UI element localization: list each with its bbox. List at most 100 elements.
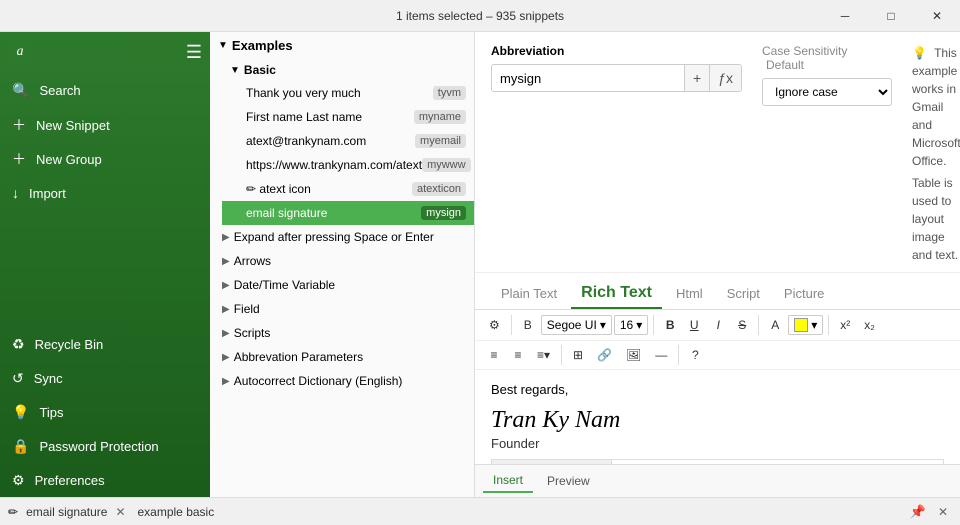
close-button[interactable]: ✕ [914,0,960,32]
toolbar-font-btn[interactable]: B [517,314,539,336]
toolbar-help-btn[interactable]: ? [684,344,706,366]
case-sensitivity-select[interactable]: Ignore case Match case [762,78,892,106]
gear-icon: ⚙ [12,472,25,489]
editor-tabs: Plain Text Rich Text Html Script Picture [475,273,960,310]
abbrev-fx-button[interactable]: ƒx [709,65,741,91]
group-abbrev-params[interactable]: ▶ Abbrevation Parameters [210,345,474,369]
sidebar-item-preferences[interactable]: ⚙ Preferences [0,463,210,497]
tips-icon: 💡 [12,404,29,421]
sidebar-item-import[interactable]: ↓ Import [0,176,210,210]
sidebar-item-search[interactable]: 🔍 Search [0,72,210,108]
toolbar-sep-2 [653,315,654,335]
hamburger-menu-icon[interactable]: ☰ [186,42,202,63]
titlebar: 1 items selected – 935 snippets ─ □ ✕ [0,0,960,32]
sidebar-new-group-label: New Group [36,152,102,167]
tab-picture[interactable]: Picture [774,281,834,308]
sidebar-item-tips[interactable]: 💡 Tips [0,395,210,429]
sidebar-item-new-group[interactable]: ＋ New Group [0,142,210,176]
status-pin-icon[interactable]: 📌 [910,504,926,520]
bottom-tab-preview[interactable]: Preview [537,470,600,492]
toolbar-ul-btn[interactable]: ≡ [483,344,505,366]
tab-html[interactable]: Html [666,281,713,308]
toolbar-ol-btn[interactable]: ≡ [507,344,529,366]
snippet-item-3[interactable]: https://www.trankynam.com/atext mywww [222,153,474,177]
snippet-item-1[interactable]: First name Last name myname [222,105,474,129]
group-datetime[interactable]: ▶ Date/Time Variable [210,273,474,297]
sidebar-item-password-protection[interactable]: 🔒 Password Protection [0,429,210,463]
group-arrows[interactable]: ▶ Arrows [210,249,474,273]
collapsed-arrow-icon-5: ▶ [222,352,230,363]
snippet-list: ▼ Examples ▼ Basic Thank you very much t… [210,32,475,497]
abbrev-input-row: + ƒx [491,64,742,92]
abbrev-plus-button[interactable]: + [684,65,709,91]
bottom-tab-insert[interactable]: Insert [483,469,533,493]
group-expand-space[interactable]: ▶ Expand after pressing Space or Enter [210,225,474,249]
toolbar-sep-1 [511,315,512,335]
snippet-label-5: email signature [246,206,327,220]
tab-plain-text[interactable]: Plain Text [491,281,567,308]
toolbar-image-btn[interactable]: 🖼 [620,344,647,366]
snippet-item-0[interactable]: Thank you very much tyvm [222,81,474,105]
tab-rich-text[interactable]: Rich Text [571,279,662,309]
collapsed-arrow-icon-1: ▶ [222,256,230,267]
toolbar-hr-btn[interactable]: — [649,344,673,366]
tab-script[interactable]: Script [717,281,770,308]
editor-content[interactable]: Best regards, Tran Ky Nam Founder a Tran… [475,370,960,464]
sidebar-item-new-snippet[interactable]: ＋ New Snippet [0,108,210,142]
app-logo: a [8,40,32,64]
toolbar-subscript-btn[interactable]: x₂ [858,314,881,336]
signature-name: Tran Ky Nam [491,405,944,436]
group-arrow-icon: ▼ [218,40,228,51]
sidebar-item-sync[interactable]: ↺ Sync [0,361,210,395]
toolbar-sep-5 [561,345,562,365]
info-sub-text: Table is used to layout image and text. [912,174,960,264]
group-scripts[interactable]: ▶ Scripts [210,321,474,345]
collapsed-arrow-icon-3: ▶ [222,304,230,315]
group-field[interactable]: ▶ Field [210,297,474,321]
sync-icon: ↺ [12,370,24,387]
toolbar-settings-btn[interactable]: ⚙ [483,314,506,336]
maximize-button[interactable]: □ [868,0,914,32]
editor-toolbar-row1: ⚙ B Segoe UI ▾ 16 ▾ B U I S A [475,310,960,341]
snippet-label-4: ✏ atext icon [246,182,311,196]
titlebar-controls: ─ □ ✕ [822,0,960,32]
toolbar-strikethrough-btn[interactable]: S [731,314,753,336]
toolbar-size-dropdown[interactable]: 16 ▾ [614,315,648,335]
snippet-item-5[interactable]: email signature mysign [222,201,474,225]
font-size-label: 16 [620,318,633,332]
toolbar-font-color-btn[interactable]: A [764,314,786,336]
toolbar-table-btn[interactable]: ⊞ [567,344,589,366]
toolbar-superscript-btn[interactable]: x² [834,314,856,336]
color-swatch [794,318,808,332]
snippet-item-4[interactable]: ✏ atext icon atexticon [222,177,474,201]
lock-icon: 🔒 [12,438,29,455]
snippet-abbrev-0: tyvm [433,86,466,100]
toolbar-sep-6 [678,345,679,365]
toolbar-link-btn[interactable]: 🔗 [591,344,618,366]
subgroup-basic-header[interactable]: ▼ Basic [222,59,474,81]
snippet-item-2[interactable]: atext@trankynam.com myemail [222,129,474,153]
toolbar-bold-btn[interactable]: B [659,314,681,336]
snippet-abbrev-5: mysign [421,206,466,220]
group-examples[interactable]: ▼ Examples [210,32,474,59]
toolbar-italic-btn[interactable]: I [707,314,729,336]
status-snippet-close[interactable]: ✕ [111,503,129,521]
collapsed-arrow-icon-0: ▶ [222,232,230,243]
content-area: ▼ Examples ▼ Basic Thank you very much t… [210,32,960,497]
toolbar-underline-btn[interactable]: U [683,314,705,336]
minimize-button[interactable]: ─ [822,0,868,32]
group-autocorrect[interactable]: ▶ Autocorrect Dictionary (English) [210,369,474,393]
sidebar-item-recycle-bin[interactable]: ♻ Recycle Bin [0,327,210,361]
abbreviation-input[interactable] [492,66,684,91]
sidebar-recycle-bin-label: Recycle Bin [35,337,104,352]
toolbar-color-dropdown[interactable]: ▾ [788,315,823,335]
collapsed-arrow-icon-6: ▶ [222,376,230,387]
snippet-label-1: First name Last name [246,110,362,124]
group-field-label: Field [234,302,260,316]
toolbar-indent-btn[interactable]: ≡▾ [531,344,556,366]
group-datetime-label: Date/Time Variable [234,278,335,292]
toolbar-font-dropdown[interactable]: Segoe UI ▾ [541,315,612,335]
font-dropdown-arrow: ▾ [600,318,606,332]
status-pencil-icon: ✏ [8,505,18,519]
status-bar-close[interactable]: ✕ [934,503,952,521]
